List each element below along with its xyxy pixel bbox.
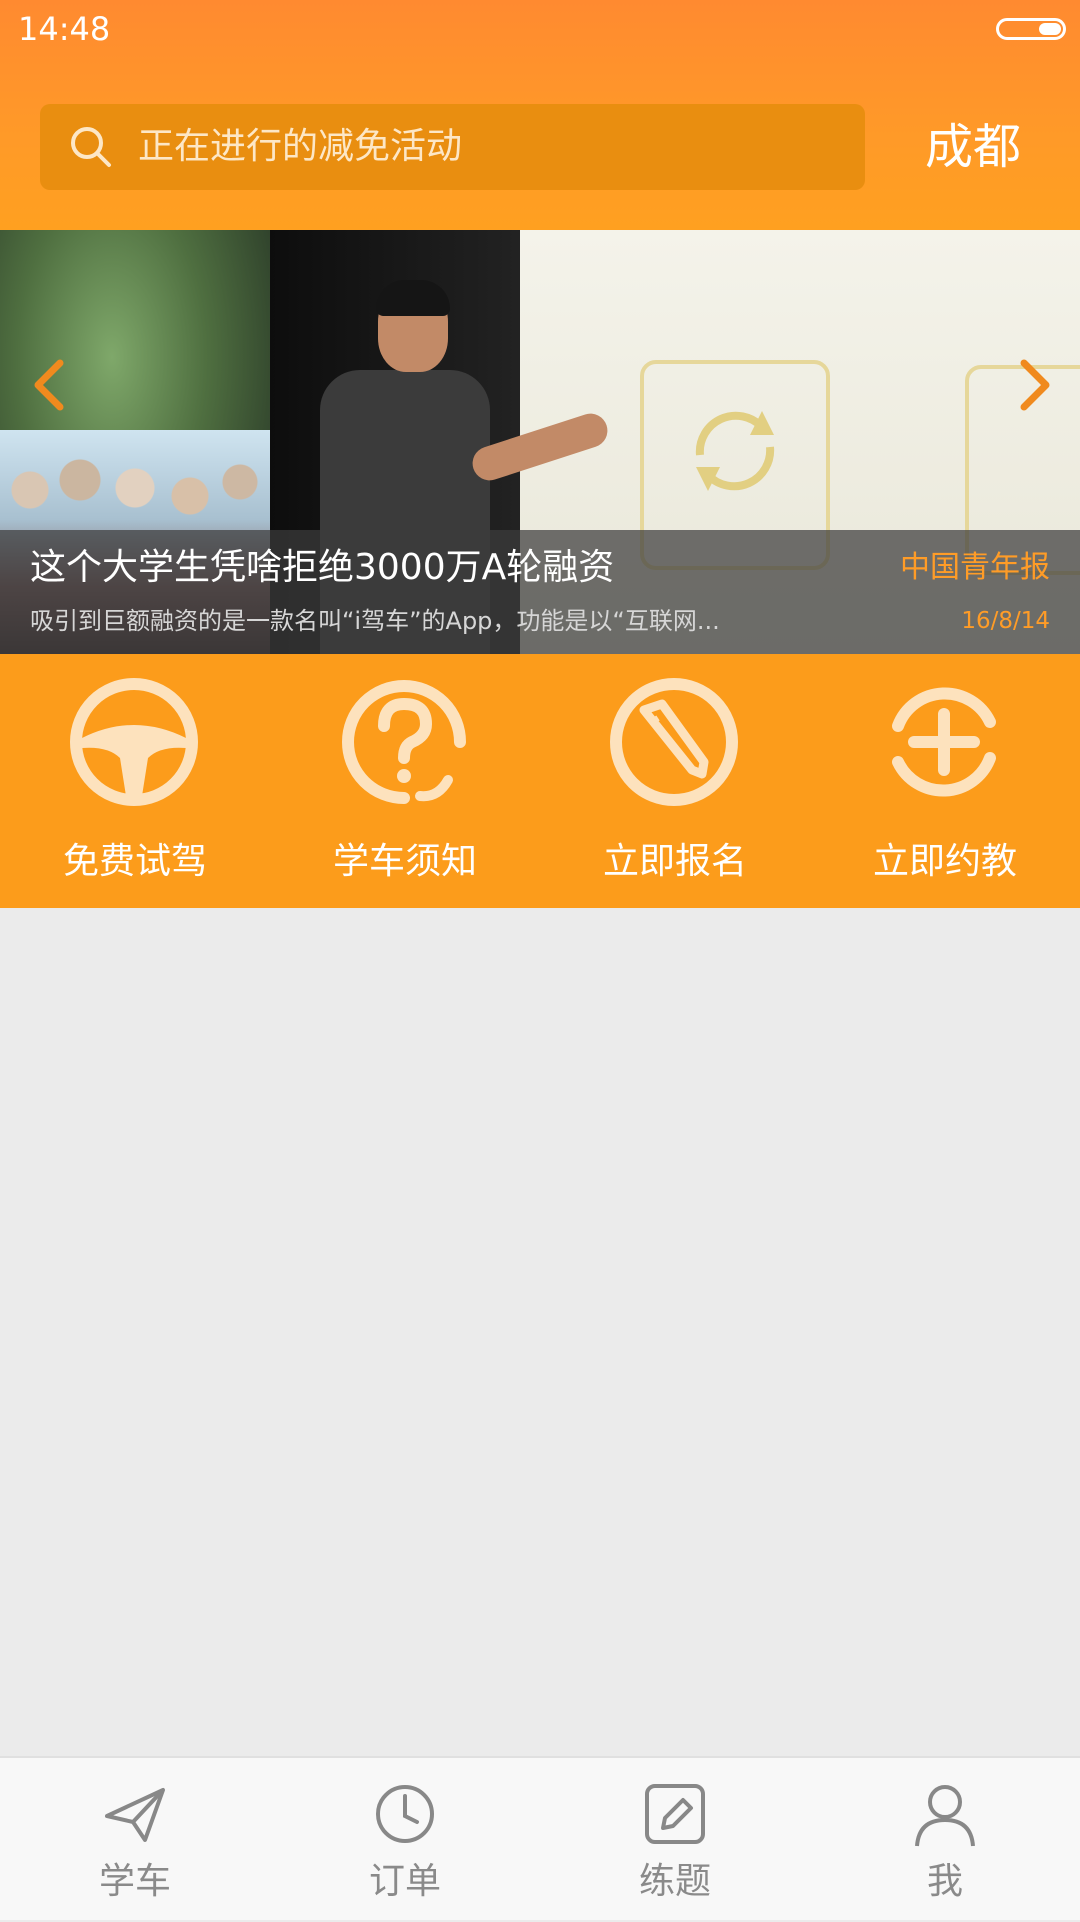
chevron-left-icon[interactable] xyxy=(26,355,70,415)
paper-plane-icon xyxy=(105,1788,165,1842)
content-area xyxy=(0,908,1080,1756)
news-title: 这个大学生凭啥拒绝3000万A轮融资 xyxy=(30,547,615,588)
search-icon xyxy=(71,127,111,167)
tab-label: 练题 xyxy=(638,1861,711,1902)
tab-practice[interactable]: 练题 xyxy=(540,1758,810,1922)
tab-label: 学车 xyxy=(98,1861,171,1902)
steering-wheel-icon xyxy=(70,678,198,806)
quick-action-label: 学车须知 xyxy=(332,841,477,882)
sync-icon xyxy=(695,411,775,491)
pen-icon xyxy=(610,678,738,806)
quick-action-label: 立即报名 xyxy=(602,841,747,882)
city-selector[interactable]: 成都 xyxy=(925,114,1021,180)
quick-action-appointment[interactable]: 立即约教 xyxy=(810,654,1080,908)
bottom-tab-bar: 学车 订单 练题 我 xyxy=(0,1756,1080,1920)
tab-orders[interactable]: 订单 xyxy=(270,1758,540,1922)
add-appointment-icon xyxy=(892,687,996,797)
news-source: 中国青年报 xyxy=(900,550,1050,585)
battery-icon xyxy=(996,18,1066,40)
news-banner[interactable]: 这个大学生凭啥拒绝3000万A轮融资 中国青年报 吸引到巨额融资的是一款名叫“i… xyxy=(0,230,1080,654)
quick-action-notice[interactable]: 学车须知 xyxy=(270,654,540,908)
tab-me[interactable]: 我 xyxy=(810,1758,1080,1922)
quick-action-signup[interactable]: 立即报名 xyxy=(540,654,810,908)
question-icon xyxy=(342,680,466,804)
chevron-right-icon[interactable] xyxy=(1014,355,1058,415)
search-placeholder: 正在进行的减免活动 xyxy=(138,126,463,167)
quick-action-free-trial[interactable]: 免费试驾 xyxy=(0,654,270,908)
search-bar[interactable]: 正在进行的减免活动 xyxy=(40,104,865,190)
quick-action-label: 免费试驾 xyxy=(62,841,207,882)
header: 14:48 正在进行的减免活动 成都 xyxy=(0,0,1080,230)
news-date: 16/8/14 xyxy=(961,608,1050,634)
tab-learn-driving[interactable]: 学车 xyxy=(0,1758,270,1922)
tab-label: 订单 xyxy=(368,1861,441,1902)
news-description: 吸引到巨额融资的是一款名叫“i驾车”的App，功能是以“互联网... xyxy=(30,607,720,635)
clock-icon xyxy=(376,1785,434,1843)
quick-action-label: 立即约教 xyxy=(872,841,1017,882)
quick-actions: 免费试驾 学车须知 立即报名 立即约教 xyxy=(0,654,1080,908)
edit-icon xyxy=(645,1784,705,1844)
tab-label: 我 xyxy=(926,1861,963,1902)
banner-caption: 这个大学生凭啥拒绝3000万A轮融资 中国青年报 吸引到巨额融资的是一款名叫“i… xyxy=(0,530,1080,654)
status-time: 14:48 xyxy=(18,10,111,48)
user-icon xyxy=(915,1785,975,1847)
